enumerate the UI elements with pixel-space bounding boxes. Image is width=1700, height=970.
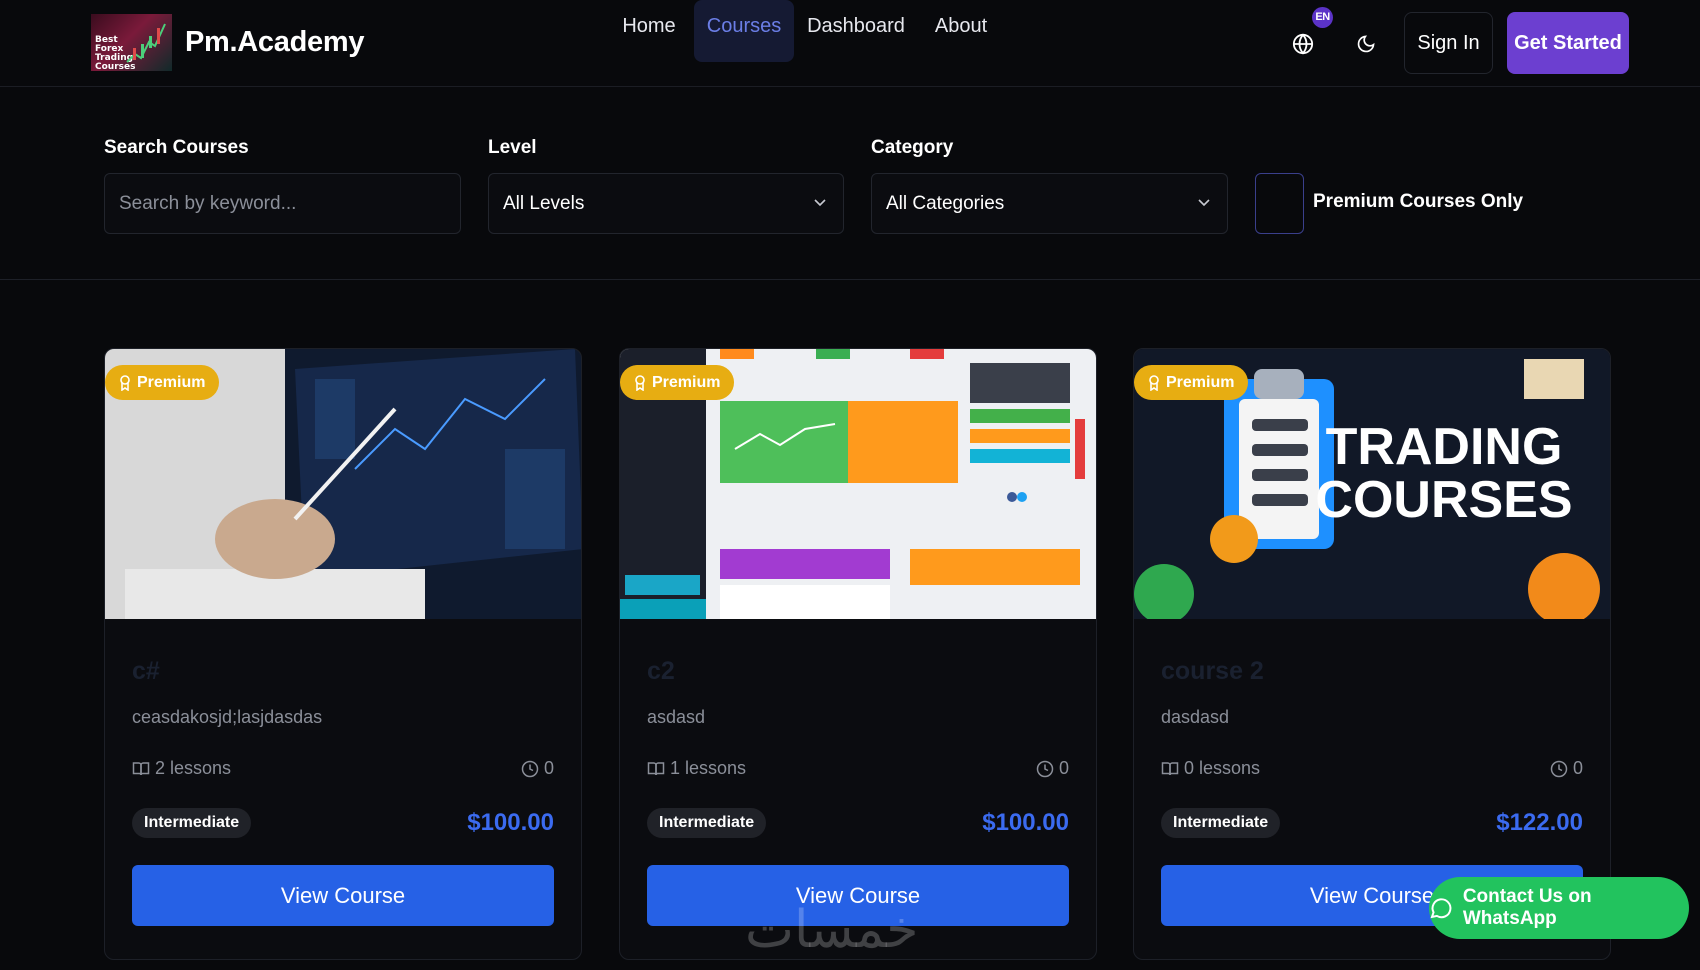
nav-courses[interactable]: Courses xyxy=(694,0,794,62)
award-icon xyxy=(120,374,130,391)
logo-image[interactable]: Best Forex Trading Courses xyxy=(91,14,172,71)
course-price: $122.00 xyxy=(1496,809,1583,836)
book-icon xyxy=(1161,761,1179,775)
divider xyxy=(0,279,1700,280)
chevron-down-icon xyxy=(1197,174,1211,257)
whatsapp-contact-button[interactable]: Contact Us on WhatsApp xyxy=(1429,877,1689,939)
premium-badge: Premium xyxy=(105,365,220,400)
award-icon xyxy=(635,374,645,391)
lessons-count-text: 2 lessons xyxy=(155,758,232,778)
nav-dashboard[interactable]: Dashboard xyxy=(807,0,905,62)
course-title[interactable]: c# xyxy=(132,657,160,686)
brand-name[interactable]: Pm.Academy xyxy=(185,26,364,59)
duration: 0 xyxy=(521,758,554,779)
course-description: asdasd xyxy=(647,707,706,727)
view-course-button[interactable]: View Course xyxy=(132,865,554,926)
course-title[interactable]: course 2 xyxy=(1161,657,1264,686)
nav-about[interactable]: About xyxy=(932,0,990,62)
lessons-count: 2 lessons xyxy=(132,758,231,779)
premium-badge-label: Premium xyxy=(1166,374,1235,391)
category-select-value: All Categories xyxy=(886,193,1005,214)
chart-candles-icon xyxy=(126,23,166,63)
duration: 0 xyxy=(1036,758,1069,779)
level-badge: Intermediate xyxy=(132,808,252,838)
book-icon xyxy=(647,761,665,775)
chevron-down-icon xyxy=(813,174,827,257)
clock-icon xyxy=(521,760,539,777)
globe-icon xyxy=(1292,33,1314,55)
lessons-count-text: 1 lessons xyxy=(670,758,747,778)
search-label: Search Courses xyxy=(104,137,249,158)
course-card[interactable]: Premium c2 asdasd 1 lessons 0 Intermedia… xyxy=(619,348,1097,960)
course-card[interactable]: TRADING COURSES Premium course 2 dasdasd… xyxy=(1133,348,1611,960)
lessons-count-text: 0 lessons xyxy=(1184,758,1261,778)
level-select[interactable]: All Levels xyxy=(488,173,844,234)
moon-icon xyxy=(1357,35,1375,53)
level-label: Level xyxy=(488,137,537,158)
get-started-button[interactable]: Get Started xyxy=(1507,12,1629,74)
category-label: Category xyxy=(871,137,954,158)
clock-icon xyxy=(1036,760,1054,777)
nav-home[interactable]: Home xyxy=(616,0,682,62)
duration-text: 0 xyxy=(1058,758,1069,778)
clock-icon xyxy=(1550,760,1568,777)
top-navbar: Best Forex Trading Courses Pm.Academy Ho… xyxy=(0,0,1700,87)
course-price: $100.00 xyxy=(982,809,1069,836)
course-title[interactable]: c2 xyxy=(647,657,675,686)
premium-badge-label: Premium xyxy=(137,374,206,391)
level-select-value: All Levels xyxy=(503,193,585,214)
thumb-text-line-2: COURSES xyxy=(1315,471,1572,529)
duration-text: 0 xyxy=(543,758,554,778)
duration-text: 0 xyxy=(1572,758,1583,778)
course-card[interactable]: Premium c# ceasdakosjd;lasjdasdas 2 less… xyxy=(104,348,582,960)
language-button[interactable] xyxy=(1283,24,1323,64)
chat-bubble-icon xyxy=(1430,898,1452,919)
level-badge: Intermediate xyxy=(1161,808,1281,838)
premium-badge-label: Premium xyxy=(652,374,721,391)
whatsapp-label: Contact Us on WhatsApp xyxy=(1462,886,1592,929)
premium-only-checkbox[interactable] xyxy=(1255,173,1304,234)
course-description: ceasdakosjd;lasjdasdas xyxy=(132,707,323,727)
premium-badge: Premium xyxy=(1134,365,1249,400)
duration: 0 xyxy=(1550,758,1583,779)
award-icon xyxy=(1149,374,1159,391)
lessons-count: 1 lessons xyxy=(647,758,746,779)
course-description: dasdasd xyxy=(1161,707,1230,727)
watermark: خمسات xyxy=(745,900,919,960)
course-price: $100.00 xyxy=(467,809,554,836)
premium-only-label[interactable]: Premium Courses Only xyxy=(1313,191,1523,213)
language-badge: EN xyxy=(1312,7,1333,28)
premium-badge: Premium xyxy=(620,365,735,400)
thumb-text-line-1: TRADING xyxy=(1326,418,1563,476)
book-icon xyxy=(132,761,150,775)
level-badge: Intermediate xyxy=(647,808,767,838)
category-select[interactable]: All Categories xyxy=(871,173,1228,234)
sign-in-button[interactable]: Sign In xyxy=(1404,12,1493,74)
theme-toggle-button[interactable] xyxy=(1346,24,1386,64)
lessons-count: 0 lessons xyxy=(1161,758,1260,779)
search-input[interactable]: Search by keyword... xyxy=(104,173,461,234)
